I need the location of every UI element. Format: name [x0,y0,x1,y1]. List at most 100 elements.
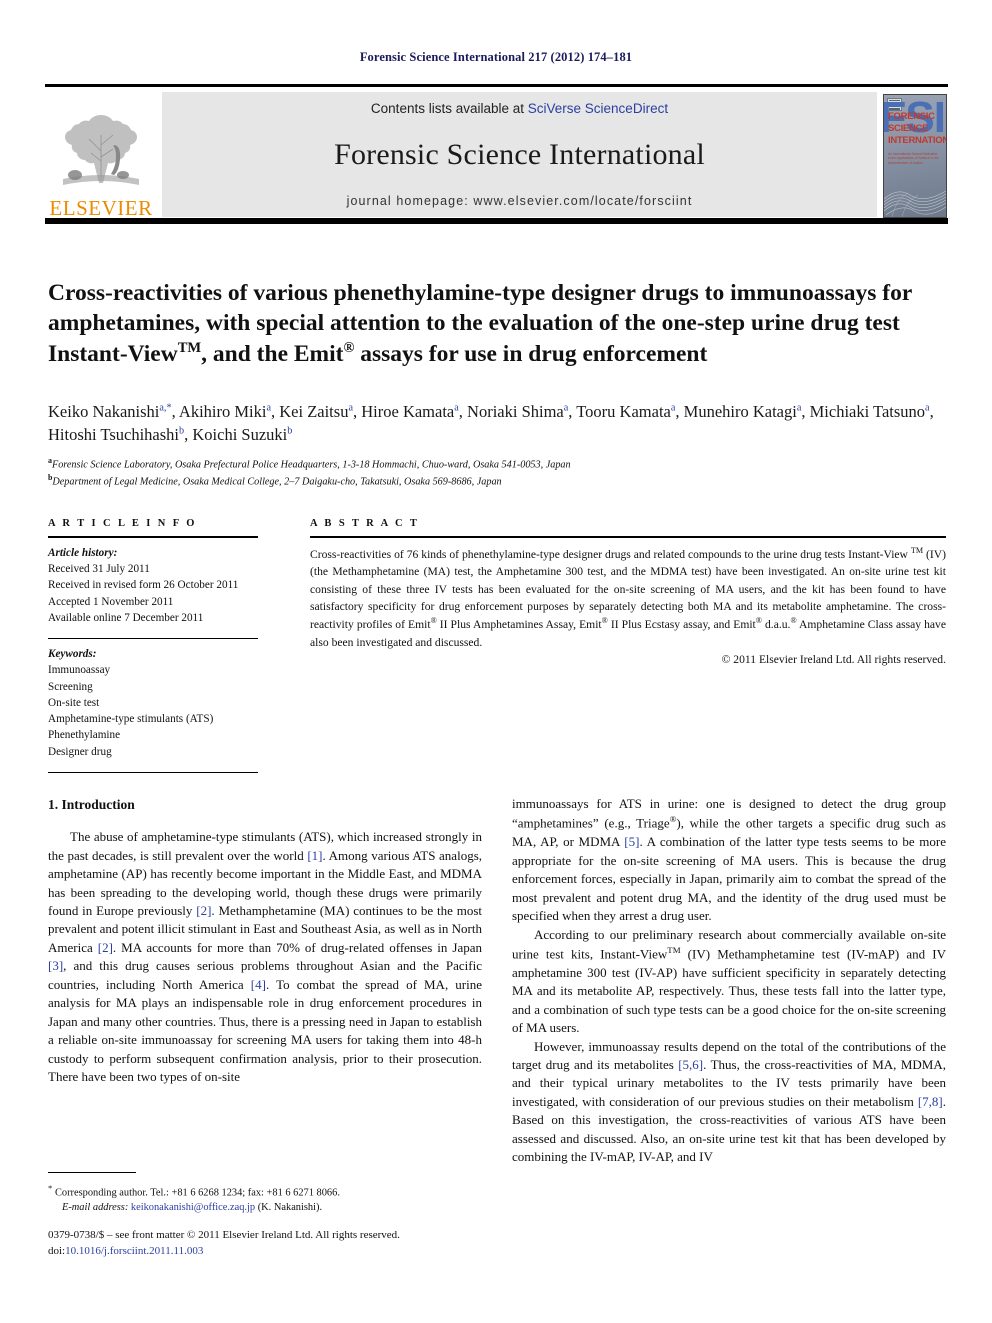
contents-list-line: Contents lists available at SciVerse Sci… [371,101,668,116]
article-history-label: Article history: [48,547,118,559]
running-head: Forensic Science International 217 (2012… [359,50,633,64]
tm-mark: TM [667,944,681,955]
cover-title-line-2: SCIENCE [888,122,929,134]
journal-masthead: ELSEVIER Contents lists available at Sci… [45,84,948,224]
abstract-text: Cross-reactivities of 76 kinds of phenet… [310,545,946,651]
author-list: Keiko Nakanishia,*, Akihiro Mikia, Kei Z… [48,402,934,445]
email-label: E-mail address: [62,1202,129,1214]
email-link[interactable]: keikonakanishi@office.zaq.jp [131,1202,255,1213]
citation-ref[interactable]: [2] [98,940,113,955]
contents-prefix: Contents lists available at [370,101,528,116]
article-page: Forensic Science International 217 (2012… [0,0,992,1323]
corresponding-author-text: Corresponding author. Tel.: +81 6 6268 1… [54,1187,340,1199]
affiliation-list: aForensic Science Laboratory, Osaka Pref… [48,455,946,490]
author-name: Hiroe Kamata [361,402,455,421]
author-name: Tooru Kamata [576,402,671,421]
doi-link[interactable]: 10.1016/j.forsciint.2011.11.003 [65,1245,203,1257]
abstract-sup-tm: TM [910,546,924,555]
abstract-seg-4: II Plus Ecstasy assay, and Emit [607,618,756,632]
body-column-left: 1. Introduction The abuse of amphetamine… [48,795,482,1087]
title-sup-reg: ® [343,340,355,356]
journal-cover-wrap: FSI FORENSIC SCIENCE INTERNATIONAL An In… [882,90,948,221]
author-affiliation-marker: a [454,402,459,414]
elsevier-logo: ELSEVIER [45,90,157,221]
abstract-seg-3: II Plus Amphetamines Assay, Emit [436,618,602,632]
journal-title: Forensic Science International [334,138,705,171]
author-affiliation-marker: a [670,402,676,414]
affiliation-marker: a [48,456,52,465]
title-text-2: , and the Emit [201,340,344,367]
citation-ref[interactable]: [7,8] [918,1094,943,1109]
keywords-label: Keywords: [48,648,97,661]
citation-ref[interactable]: [5,6] [678,1057,703,1072]
author-name: Noriaki Shima [467,402,564,421]
journal-homepage-line[interactable]: journal homepage: www.elsevier.com/locat… [347,194,693,208]
abstract-seg-1: Cross-reactivities of 76 kinds of phenet… [310,547,911,561]
cover-title-line-1: FORENSIC [888,110,935,122]
keyword-item: On-site test [48,696,100,709]
footnote-block: * Corresponding author. Tel.: +81 6 6268… [48,1182,482,1216]
email-note: E-mail address: keikonakanishi@office.za… [48,1201,482,1216]
keywords-block: Keywords: Immunoassay Screening On-site … [48,646,258,760]
keyword-item: Phenethylamine [48,729,121,742]
author-name: Michiaki Tatsuno [809,402,926,421]
keyword-item: Screening [48,680,93,693]
paragraph-right-2: According to our preliminary research ab… [512,926,946,1036]
doi-line: doi:10.1016/j.forsciint.2011.11.003 [48,1244,518,1260]
history-online: Available online 7 December 2011 [48,611,204,624]
keyword-item: Amphetamine-type stimulants (ATS) [48,713,214,726]
author-affiliation-marker: b [287,425,293,437]
history-revised: Received in revised form 26 October 2011 [48,579,239,592]
author-name: Koichi Suzuki [192,425,288,445]
author-affiliation-marker: a [925,402,930,414]
keyword-item: Immunoassay [48,664,111,677]
author-affiliation-marker: b [179,425,185,437]
email-owner: (K. Nakanishi). [257,1202,323,1214]
article-info-block: A R T I C L E I N F O Article history: R… [48,518,258,780]
article-info-heading: A R T I C L E I N F O [48,518,197,529]
author-name: Keiko Nakanishi [48,402,160,421]
section-heading-introduction: 1. Introduction [48,797,135,812]
article-info-rule-bottom [48,771,258,773]
elsevier-wordmark: ELSEVIER [49,196,153,220]
affiliation-item: aForensic Science Laboratory, Osaka Pref… [48,456,571,471]
citation-ref[interactable]: [1] [307,848,322,863]
citation-ref[interactable]: [2] [196,903,211,918]
keyword-item: Designer drug [48,745,112,758]
history-accepted: Accepted 1 November 2011 [48,595,174,608]
author-name: Akihiro Miki [178,402,267,421]
footnote-divider [48,1172,136,1173]
author-affiliation-marker: a,* [159,402,172,414]
author-affiliation-marker: a [348,402,353,414]
citation-ref[interactable]: [3] [48,958,63,973]
doi-label: doi: [48,1244,66,1257]
title-text-3: assays for use in drug enforcement [354,340,708,367]
sciencedirect-link[interactable]: SciVerse ScienceDirect [528,101,668,116]
abstract-block: A B S T R A C T Cross-reactivities of 76… [310,518,946,666]
author-affiliation-marker: a [266,402,271,414]
journal-band: Contents lists available at SciVerse Sci… [162,92,877,217]
affiliation-item: bDepartment of Legal Medicine, Osaka Med… [48,473,502,488]
author-affiliation-marker: a [563,402,569,414]
cover-wave-graphic [884,190,946,217]
elsevier-tree-icon [63,115,139,185]
abstract-rule [310,536,946,538]
reg-mark: ® [669,814,677,825]
title-sup-tm: TM [177,340,202,356]
imprint-block: 0379-0738/$ – see front matter © 2011 El… [48,1228,518,1260]
cover-subtitle: An International Journal Dedicated to th… [888,151,939,166]
article-info-rule-mid [48,638,258,640]
author-affiliation-marker: a [796,402,802,414]
author-name: Munehiro Katagi [683,402,797,421]
keyword-list: Immunoassay Screening On-site test Amphe… [48,662,258,759]
article-history: Article history: Received 31 July 2011 R… [48,545,258,626]
citation-ref[interactable]: [4] [251,977,266,992]
abstract-seg-5: d.a.u. [761,618,791,632]
body-column-right: immunoassays for ATS in urine: one is de… [512,795,946,1167]
journal-cover-image: FSI FORENSIC SCIENCE INTERNATIONAL An In… [883,93,947,218]
abstract-copyright: © 2011 Elsevier Ireland Ltd. All rights … [721,653,946,667]
affiliation-marker: b [48,473,53,483]
imprint-line: 0379-0738/$ – see front matter © 2011 El… [48,1229,400,1241]
paragraph-intro-left: The abuse of amphetamine-type stimulants… [48,829,483,1085]
citation-ref[interactable]: [5] [624,834,639,849]
